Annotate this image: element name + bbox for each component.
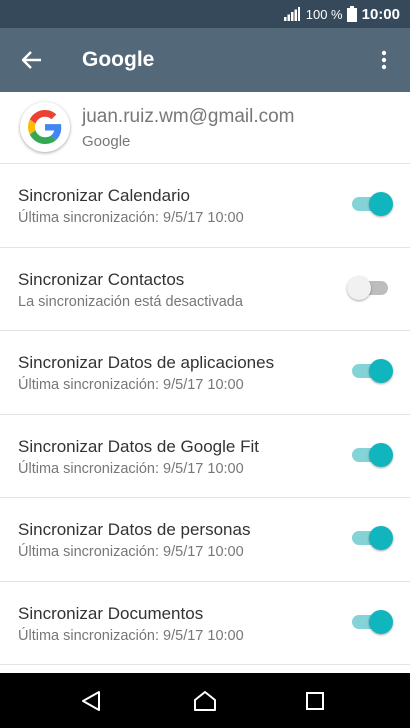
nav-recents-button[interactable] (295, 681, 335, 721)
nav-back-icon (82, 691, 100, 711)
sync-row-contacts[interactable]: Sincronizar Contactos La sincronización … (0, 248, 410, 331)
battery-percent: 100 % (305, 6, 343, 22)
sync-item-status: La sincronización está desactivada (18, 293, 243, 310)
toggle-thumb (369, 359, 393, 383)
toggle-thumb (369, 192, 393, 216)
sync-toggle-app-data[interactable] (352, 359, 393, 383)
nav-home-icon (194, 691, 216, 711)
toggle-thumb (369, 526, 393, 550)
sync-item-title: Sincronizar Contactos (18, 269, 185, 289)
sync-item-title: Sincronizar Documentos (18, 603, 204, 623)
sync-toggle-contacts[interactable] (347, 275, 388, 300)
sync-row-google-fit[interactable]: Sincronizar Datos de Google Fit Última s… (0, 415, 410, 498)
account-type: Google (82, 133, 131, 150)
account-header: juan.ruiz.wm@gmail.com Google (0, 92, 410, 164)
back-arrow-icon (22, 51, 41, 69)
status-indicators: 100 % 10:00 (283, 0, 400, 28)
sync-list: Sincronizar Calendario Última sincroniza… (0, 164, 410, 665)
sync-row-app-data[interactable]: Sincronizar Datos de aplicaciones Última… (0, 331, 410, 415)
account-email: juan.ruiz.wm@gmail.com (82, 106, 295, 127)
sync-row-people[interactable]: Sincronizar Datos de personas Última sin… (0, 498, 410, 582)
sync-item-title: Sincronizar Datos de aplicaciones (18, 353, 275, 372)
sync-toggle-google-fit[interactable] (352, 442, 393, 467)
sync-item-status: Última sincronización: 9/5/17 10:00 (18, 377, 244, 393)
back-button[interactable] (12, 40, 52, 80)
nav-back-button[interactable] (71, 681, 111, 721)
sync-row-documents[interactable]: Sincronizar Documentos Última sincroniza… (0, 582, 410, 665)
page-title: Google (82, 48, 155, 71)
sync-toggle-people[interactable] (352, 526, 393, 550)
sync-item-title: Sincronizar Datos de Google Fit (18, 436, 259, 456)
battery-icon (346, 6, 357, 22)
sync-item-status: Última sincronización: 9/5/17 10:00 (18, 627, 244, 644)
sync-item-status: Última sincronización: 9/5/17 10:00 (18, 210, 244, 226)
clock: 10:00 (361, 5, 400, 23)
sync-item-title: Sincronizar Datos de personas (18, 520, 251, 539)
overflow-menu-button[interactable] (366, 40, 402, 80)
sync-toggle-documents[interactable] (352, 609, 393, 634)
navigation-bar (0, 673, 410, 728)
app-bar: Google (0, 28, 410, 92)
sync-row-calendar[interactable]: Sincronizar Calendario Última sincroniza… (0, 164, 410, 248)
google-logo-icon (20, 102, 70, 152)
sync-item-status: Última sincronización: 9/5/17 10:00 (18, 460, 244, 477)
toggle-thumb (347, 275, 371, 300)
sync-toggle-calendar[interactable] (352, 192, 393, 216)
sync-item-title: Sincronizar Calendario (18, 186, 190, 205)
nav-recents-icon (306, 692, 324, 710)
toggle-thumb (369, 609, 393, 634)
signal-icon (283, 7, 300, 21)
sync-item-status: Última sincronización: 9/5/17 10:00 (18, 544, 244, 560)
more-vert-icon (381, 50, 387, 70)
status-bar: 100 % 10:00 (0, 0, 410, 28)
nav-home-button[interactable] (185, 681, 225, 721)
toggle-thumb (369, 442, 393, 467)
